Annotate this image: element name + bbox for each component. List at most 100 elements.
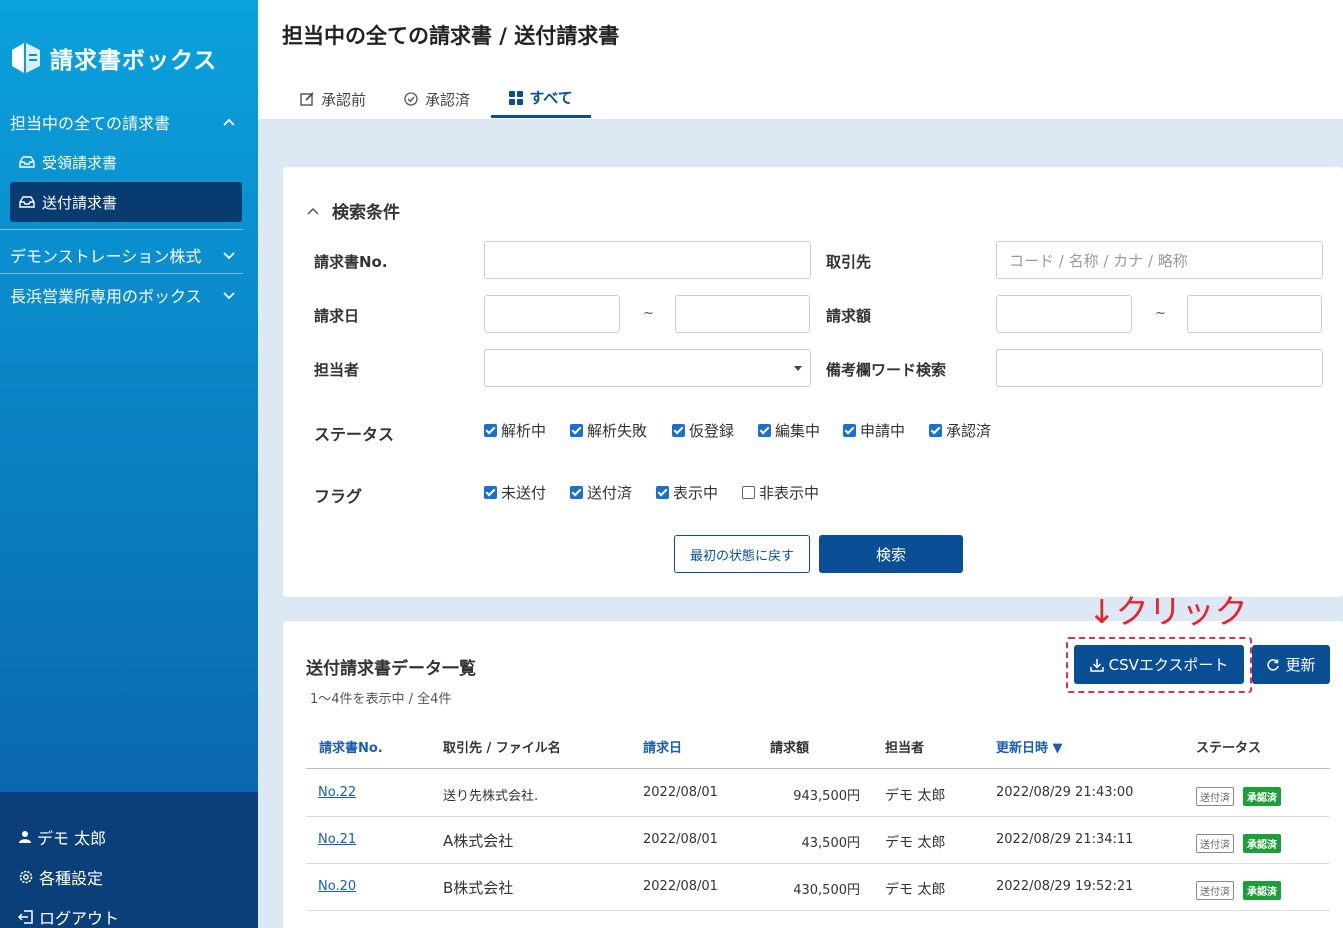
flag-label: フラグ [314,487,363,506]
invoice-date-label: 請求日 [314,307,360,325]
partner-label: 取引先 [826,253,872,271]
partner-input[interactable]: コード / 名称 / カナ / 略称 [996,241,1323,279]
csv-export-button[interactable]: CSVエクスポート [1074,645,1244,684]
user-menu[interactable]: デモ 太郎 [18,825,106,849]
checkbox-label: 表示中 [673,484,719,502]
status-label: ステータス [314,425,395,444]
date-to-input[interactable] [675,295,810,333]
status-badge: 承認済 [1243,834,1281,853]
flag-checkbox-3[interactable]: 非表示中 [742,482,819,503]
checkbox-icon [484,424,497,437]
partner-name: B株式会社 [443,879,514,897]
checkbox-icon [570,424,583,437]
inbox-icon [19,156,35,168]
sidebar-group-all-invoices[interactable]: 担当中の全ての請求書 [0,105,258,139]
status-checkbox-3[interactable]: 編集中 [758,420,820,441]
user-name: デモ 太郎 [37,829,107,848]
sidebar-group-demonstration[interactable]: デモンストレーション株式 [0,238,258,272]
invoice-no-input[interactable] [484,241,811,279]
status-badge: 承認済 [1243,787,1281,806]
search-toggle[interactable]: 検索条件 [306,198,400,223]
invoice-no-link[interactable]: No.20 [318,879,356,894]
logo-icon [12,43,40,73]
click-annotation: ↓クリック [1088,592,1248,631]
refresh-button[interactable]: 更新 [1252,645,1330,684]
tab-all[interactable]: すべて [491,80,591,118]
column-header-invoice-no[interactable]: 請求書No. [319,737,383,756]
inbox-icon [19,196,35,208]
sidebar-group-nagahama[interactable]: 長浜営業所専用のボックス [0,278,258,312]
result-count: 1〜4件を表示中 / 全4件 [310,692,452,707]
column-header-invoice-date[interactable]: 請求日 [643,737,682,756]
invoice-amount: 943,500円 [793,789,860,804]
column-header-updated[interactable]: 更新日時 ▼ [996,737,1063,756]
logout-label: ログアウト [39,909,120,928]
chevron-up-icon [223,118,235,126]
flag-checkbox-2[interactable]: 表示中 [656,482,718,503]
page-header: 担当中の全ての請求書 / 送付請求書 承認前 承認済 すべて [258,0,1343,119]
tab-label: 承認済 [425,90,471,109]
settings-link[interactable]: 各種設定 [18,865,103,889]
invoice-no-link[interactable]: No.21 [318,832,356,847]
amount-to-input[interactable] [1187,295,1322,333]
sidebar-divider [0,229,243,230]
status-checkbox-2[interactable]: 仮登録 [672,420,734,441]
sidebar-group-label: 担当中の全ての請求書 [10,114,171,133]
memo-search-input[interactable] [996,349,1323,387]
row-divider [306,910,1330,911]
date-from-input[interactable] [484,295,620,333]
search-button[interactable]: 検索 [819,535,963,573]
tab-before-approval[interactable]: 承認前 [291,80,374,118]
checkbox-label: 申請中 [860,422,906,440]
row-divider [306,863,1330,864]
tab-label: すべて [529,89,573,107]
list-title: 送付請求書データ一覧 [306,659,476,679]
tab-approved[interactable]: 承認済 [395,80,478,118]
status-checkbox-0[interactable]: 解析中 [484,420,546,441]
sidebar-item-label: 受領請求書 [42,153,118,172]
checkbox-label: 編集中 [775,422,821,440]
flag-checkbox-1[interactable]: 送付済 [570,482,632,503]
amount-from-input[interactable] [996,295,1132,333]
table-header-divider [306,768,1330,769]
assignee-select[interactable] [484,349,811,387]
flag-badge: 送付済 [1196,787,1234,806]
updated-at: 2022/08/29 21:34:11 [996,832,1134,847]
checkbox-icon [742,486,755,499]
checkbox-icon [929,424,942,437]
app-name: 請求書ボックス [50,48,218,74]
status-checkbox-4[interactable]: 申請中 [843,420,905,441]
app-logo[interactable]: 請求書ボックス [10,40,217,76]
invoice-no-link[interactable]: No.22 [318,785,356,800]
assignee-label: 担当者 [314,361,360,379]
checkbox-label: 非表示中 [759,484,820,502]
user-icon [19,831,31,843]
status-checkbox-1[interactable]: 解析失敗 [570,420,647,441]
assignee-name: デモ 太郎 [885,835,946,851]
column-header-partner: 取引先 / ファイル名 [443,741,561,756]
updated-at: 2022/08/29 19:52:21 [996,879,1134,894]
sidebar-item-received-invoices[interactable]: 受領請求書 [10,142,242,182]
column-header-assignee: 担当者 [885,741,925,756]
status-checkbox-5[interactable]: 承認済 [929,420,991,441]
sidebar-group-label: デモンストレーション株式 [10,247,202,266]
assignee-name: デモ 太郎 [885,882,946,898]
column-header-amount: 請求額 [770,741,810,756]
sidebar-item-sent-invoices[interactable]: 送付請求書 [10,182,242,222]
range-separator: ~ [643,306,654,321]
gear-icon [19,870,33,884]
logout-link[interactable]: ログアウト [18,905,119,928]
checkbox-label: 解析中 [501,422,547,440]
checkbox-icon [672,424,685,437]
amount-label: 請求額 [826,307,872,325]
checkbox-icon [758,424,771,437]
chevron-down-icon [223,292,235,300]
flag-badge: 送付済 [1196,881,1234,900]
checkbox-icon [843,424,856,437]
flag-checkbox-0[interactable]: 未送付 [484,482,546,503]
settings-label: 各種設定 [39,869,104,888]
sidebar-footer: デモ 太郎 各種設定 ログアウト [0,792,258,928]
reset-button[interactable]: 最初の状態に戻す [674,535,810,573]
chevron-up-icon [307,207,319,215]
checkbox-label: 未送付 [501,484,547,502]
